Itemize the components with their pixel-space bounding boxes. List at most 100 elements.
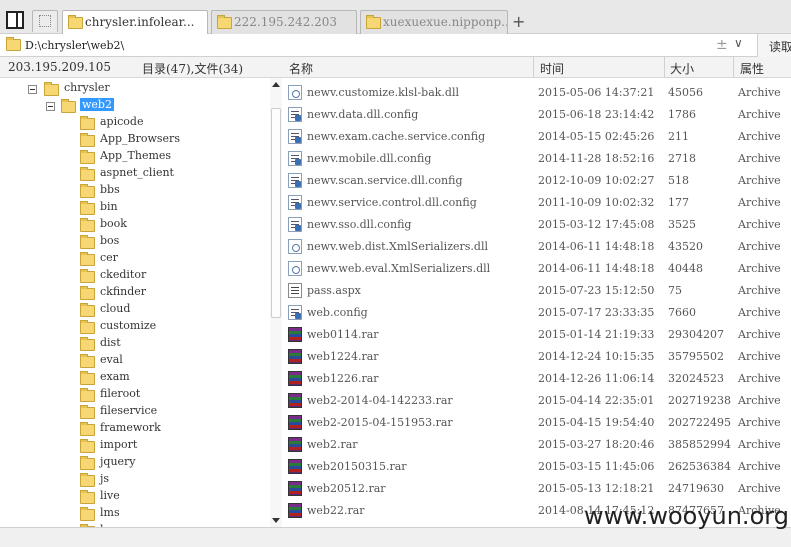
config-icon [288,151,302,166]
file-row[interactable]: newv.web.eval.XmlSerializers.dll 2014-06-… [283,257,791,279]
file-attr: Archive [738,284,781,297]
file-size: 2718 [668,152,696,165]
col-attr-header[interactable]: 属性 [740,60,764,77]
tab-chrysler[interactable]: chrysler.infolear... [62,10,208,35]
col-time-header[interactable]: 时间 [540,60,564,77]
file-row[interactable]: web0114.rar 2015-01-14 21:19:33 29304207 Ar… [283,323,791,345]
scroll-up-icon[interactable] [272,82,280,87]
file-row[interactable]: web2.rar 2015-03-27 18:20:46 385852994 Arch… [283,433,791,455]
folder-icon [80,388,95,402]
file-name: newv.customize.klsl-bak.dll [307,86,460,99]
file-size: 32024523 [668,372,724,385]
read-button[interactable]: 读取 [757,34,791,57]
rar-icon [288,503,302,518]
tree-scrollbar[interactable] [270,78,282,527]
file-row[interactable]: newv.sso.dll.config 2015-03-12 17:45:08 35… [283,213,791,235]
col-size-header[interactable]: 大小 [670,60,694,77]
file-row[interactable]: newv.mobile.dll.config 2014-11-28 18:52:1… [283,147,791,169]
folder-icon [80,184,95,198]
file-time: 2015-03-12 17:45:08 [538,218,655,231]
folder-icon [80,252,95,266]
file-row[interactable]: newv.service.control.dll.config 2011-10-0… [283,191,791,213]
path-input[interactable] [25,37,725,54]
file-size: 202719238 [668,394,731,407]
file-row[interactable]: web2-2014-04-142233.rar 2015-04-14 22:35:… [283,389,791,411]
folder-icon [80,320,95,334]
file-time: 2015-05-06 14:37:21 [538,86,655,99]
tree-label: cer [100,251,118,264]
folder-icon [80,490,95,504]
toggle-sidebar-button[interactable] [6,11,24,29]
tree-label: ckfinder [100,285,147,298]
file-time: 2014-12-24 10:15:35 [538,350,655,363]
collapse-icon[interactable] [28,85,37,94]
file-size: 385852994 [668,438,731,451]
col-name-header[interactable]: 名称 [289,60,313,77]
file-row[interactable]: web20512.rar 2015-05-13 12:18:21 24719630 A… [283,477,791,499]
rar-icon [288,349,302,364]
add-tab-button[interactable]: + [512,12,525,31]
tree-label: aspnet_client [100,166,174,179]
rar-icon [288,459,302,474]
folder-icon [80,201,95,215]
tree-label: bin [100,200,118,213]
file-attr: Archive [738,108,781,121]
file-time: 2015-01-14 21:19:33 [538,328,655,341]
file-row[interactable]: web1226.rar 2014-12-26 11:06:14 32024523 Ar… [283,367,791,389]
file-row[interactable]: newv.web.dist.XmlSerializers.dll 2014-06-… [283,235,791,257]
file-size: 518 [668,174,689,187]
file-attr: Archive [738,86,781,99]
blank-tab[interactable] [32,10,58,32]
tab-label: xuexuexue.nipponp... [383,15,508,29]
file-size: 262536384 [668,460,731,473]
file-name: web2-2015-04-151953.rar [307,416,453,429]
file-row[interactable]: newv.exam.cache.service.config 2014-05-15… [283,125,791,147]
file-name: newv.sso.dll.config [307,218,412,231]
folder-icon [80,354,95,368]
file-row[interactable]: newv.customize.klsl-bak.dll 2015-05-06 14… [283,81,791,103]
tab-label: 222.195.242.203 [234,15,338,29]
column-divider[interactable] [733,57,734,78]
bookmark-plus-icon[interactable]: ± [716,37,728,53]
tree-label: App_Browsers [100,132,180,145]
file-row[interactable]: web1224.rar 2014-12-24 10:15:35 35795502 Ar… [283,345,791,367]
file-name: newv.exam.cache.service.config [307,130,486,143]
file-attr: Archive [738,130,781,143]
chevron-down-icon[interactable]: ∨ [734,36,743,50]
file-row[interactable]: web.config 2015-07-17 23:33:35 7660 Archive [283,301,791,323]
column-divider[interactable] [533,57,534,78]
folder-icon [217,15,232,29]
file-time: 2015-04-14 22:35:01 [538,394,655,407]
tree-label: chrysler [64,81,110,94]
file-row[interactable]: web20150315.rar 2015-03-15 11:45:06 262536… [283,455,791,477]
tree-label: bbs [100,183,120,196]
file-row[interactable]: newv.data.dll.config 2015-06-18 23:14:42 1… [283,103,791,125]
tab-xuexuexue[interactable]: xuexuexue.nipponp... [360,10,508,34]
file-row[interactable]: newv.scan.service.dll.config 2012-10-09 1… [283,169,791,191]
file-attr: Archive [738,460,781,473]
scroll-thumb[interactable] [271,108,281,318]
tree-label: dist [100,336,121,349]
folder-icon [80,235,95,249]
tab-222[interactable]: 222.195.242.203 [211,10,357,34]
file-name: web20512.rar [307,482,386,495]
tree-label: import [100,438,138,451]
file-time: 2015-06-18 23:14:42 [538,108,655,121]
address-bar: ± ∨ 读取 [0,34,791,57]
scroll-down-icon[interactable] [272,518,280,523]
file-row[interactable]: web2-2015-04-151953.rar 2015-04-15 19:54:… [283,411,791,433]
file-time: 2015-03-15 11:45:06 [538,460,655,473]
file-time: 2015-05-13 12:18:21 [538,482,655,495]
status-bar [0,527,791,547]
config-icon [288,305,302,320]
rar-icon [288,371,302,386]
file-row[interactable]: pass.aspx 2015-07-23 15:12:50 75 Archive [283,279,791,301]
folder-icon [80,371,95,385]
dll-icon [288,261,302,276]
folder-icon [6,37,21,51]
collapse-icon[interactable] [46,102,55,111]
folder-icon [80,218,95,232]
file-size: 211 [668,130,689,143]
file-attr: Archive [738,174,781,187]
column-divider[interactable] [664,57,665,78]
